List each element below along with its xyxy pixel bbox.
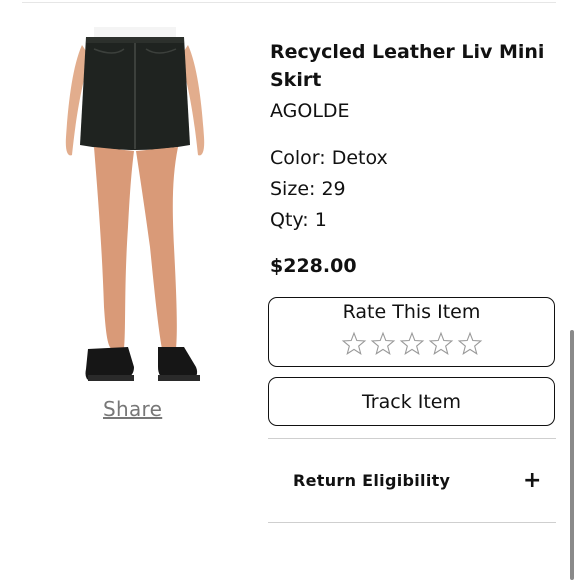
track-item-label: Track Item [361,390,461,413]
product-qty: Qty: 1 [270,209,327,231]
product-color: Color: Detox [270,147,388,169]
star-icon[interactable] [399,331,425,357]
scrollbar[interactable] [570,330,574,580]
accordion-bottom-divider [268,522,556,523]
plus-icon[interactable]: + [523,470,541,492]
star-icon[interactable] [428,331,454,357]
accordion-top-divider [268,438,556,439]
product-title: Recycled Leather Liv Mini Skirt [270,41,545,91]
rate-item-box: Rate This Item [268,297,555,367]
return-eligibility-label[interactable]: Return Eligibility [293,471,450,490]
product-size: Size: 29 [270,178,346,200]
star-icon[interactable] [341,331,367,357]
product-brand: AGOLDE [270,100,350,122]
star-icon[interactable] [457,331,483,357]
share-link[interactable]: Share [103,397,162,421]
star-rating[interactable] [269,331,554,357]
product-image[interactable] [54,27,216,395]
star-icon[interactable] [370,331,396,357]
rate-item-label: Rate This Item [342,301,481,323]
product-price: $228.00 [270,255,357,277]
top-divider [22,2,556,3]
track-item-button[interactable]: Track Item [268,377,555,426]
